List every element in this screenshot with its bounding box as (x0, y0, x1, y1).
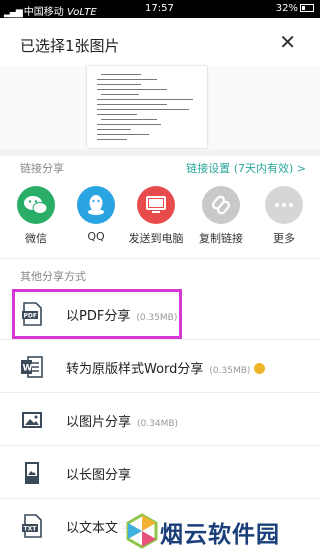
file-size: (0.35MB) (209, 366, 251, 376)
share-qq-label: QQ (87, 230, 105, 243)
more-button[interactable]: 更多 (254, 186, 314, 246)
highlight-annotation (12, 289, 182, 339)
computer-icon (137, 186, 175, 224)
copy-link-button[interactable]: 复制链接 (191, 186, 251, 246)
divider (0, 392, 320, 393)
link-icon (202, 186, 240, 224)
wechat-icon (17, 186, 55, 224)
share-as-image-row[interactable]: 以图片分享 (0.34MB) (0, 395, 320, 445)
divider (0, 498, 320, 499)
copy-link-label: 复制链接 (199, 232, 243, 245)
link-settings-button[interactable]: 链接设置 (7天内有效) > (186, 160, 306, 176)
share-as-word-row[interactable]: W 转为原版样式Word分享 (0.35MB) (0, 342, 320, 392)
long-image-icon (20, 461, 44, 485)
share-as-image-label: 以图片分享 (66, 415, 132, 430)
link-share-label: 链接分享 (20, 162, 64, 175)
svg-text:W: W (23, 364, 33, 374)
word-icon: W (20, 355, 44, 379)
status-time: 17:57 (145, 3, 174, 14)
watermark-logo-icon (126, 513, 158, 549)
image-preview-area (0, 66, 320, 150)
carrier-name: 中国移动 (23, 7, 64, 18)
divider (0, 445, 320, 446)
divider (0, 339, 320, 340)
qq-icon (77, 186, 115, 224)
status-bar: ▂▄▆ 中国移动 VoLTE 17:57 32% (0, 0, 320, 18)
txt-icon: TXT (20, 514, 44, 538)
share-as-long-image-label: 以长图分享 (66, 468, 132, 483)
image-icon (20, 408, 44, 432)
share-as-word-label: 转为原版样式Word分享 (66, 362, 204, 377)
status-right: 32% (276, 3, 314, 14)
send-to-computer-label: 发送到电脑 (128, 232, 184, 245)
section-divider (0, 150, 320, 156)
svg-text:TXT: TXT (24, 526, 38, 533)
network-type: VoLTE (66, 7, 97, 18)
battery-icon (300, 4, 314, 12)
watermark-text: 烟云软件园 (160, 522, 280, 548)
close-icon[interactable]: ✕ (279, 30, 296, 54)
vip-badge-icon (254, 363, 266, 374)
divider (0, 258, 320, 259)
carrier-info: ▂▄▆ 中国移动 VoLTE (4, 3, 97, 18)
share-as-long-image-row[interactable]: 以长图分享 (0, 448, 320, 498)
battery-percent: 32% (275, 3, 298, 14)
signal-icon: ▂▄▆ (4, 8, 23, 18)
file-size: (0.34MB) (137, 419, 179, 429)
share-app-row: 微信 QQ 发送到电脑 复制链接 更多 (0, 186, 320, 252)
watermark: 烟云软件园 (118, 505, 320, 557)
share-qq-button[interactable]: QQ (66, 186, 126, 243)
other-share-label: 其他分享方式 (20, 270, 86, 283)
share-wechat-button[interactable]: 微信 (6, 186, 66, 246)
sheet-title: 已选择1张图片 (20, 37, 120, 55)
more-icon (265, 186, 303, 224)
send-to-computer-button[interactable]: 发送到电脑 (126, 186, 186, 246)
share-wechat-label: 微信 (25, 232, 47, 245)
more-label: 更多 (273, 232, 295, 245)
sheet-header: 已选择1张图片 ✕ (0, 18, 320, 66)
document-thumbnail[interactable] (87, 66, 207, 148)
